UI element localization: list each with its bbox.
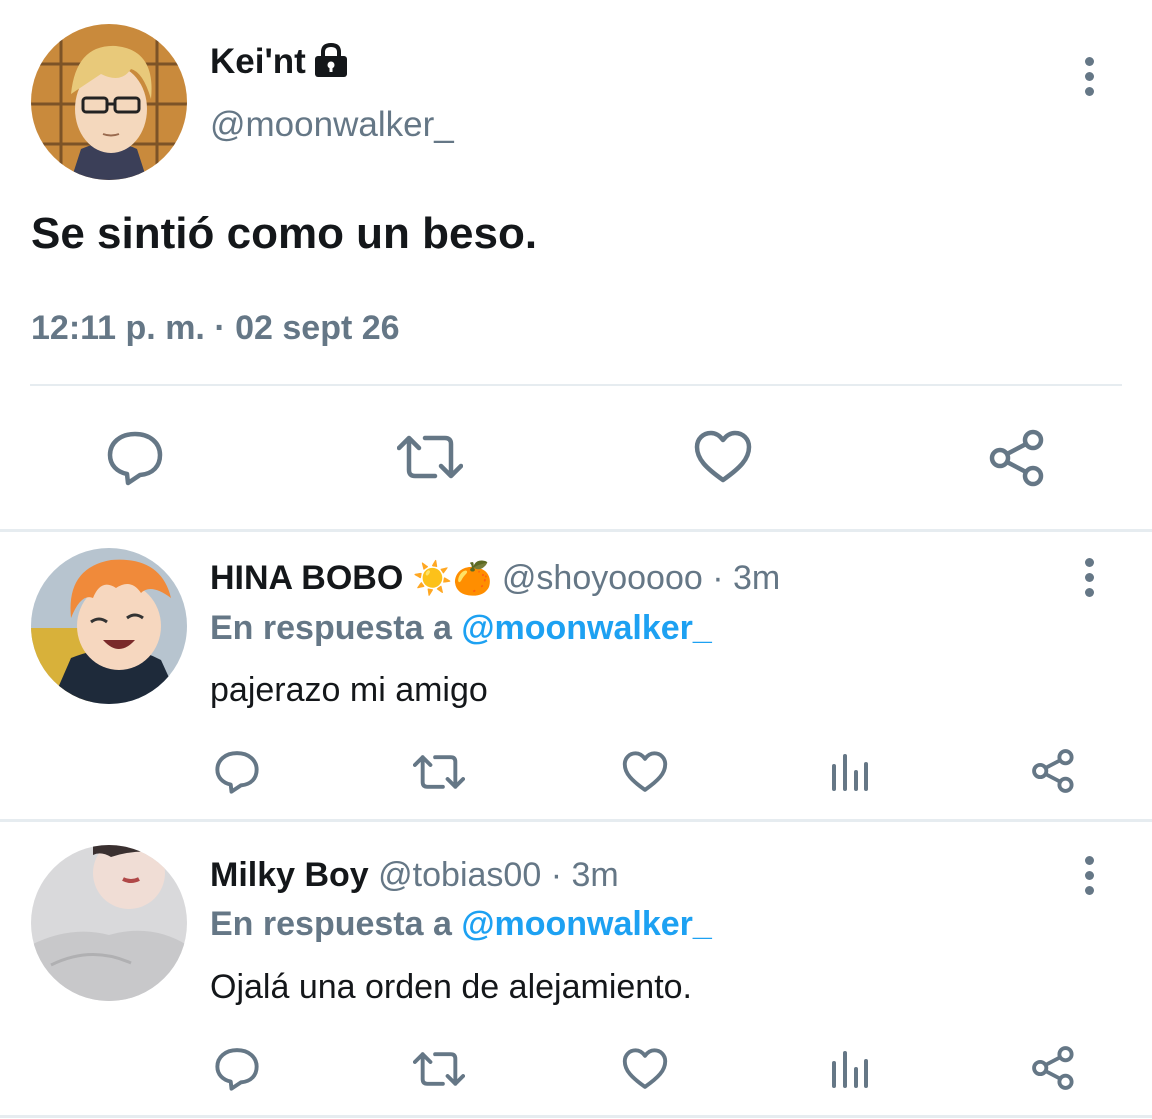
main-display-name[interactable]: Kei'nt (210, 42, 306, 82)
reply-2-age: · 3m (550, 856, 619, 894)
reply-1-mention-link[interactable]: @moonwalker_ (461, 609, 711, 647)
analytics-icon[interactable] (830, 752, 870, 792)
section-divider (0, 1115, 1152, 1118)
reply-2-context: En respuesta a @moonwalker_ (210, 903, 712, 945)
reply-1-prefix: En respuesta a (210, 609, 452, 647)
more-vertical-icon[interactable] (1083, 856, 1095, 901)
reply-2-mention-link[interactable]: @moonwalker_ (461, 905, 711, 943)
reply-1-header: HINA BOBO ☀️🍊 @shoyooooo · 3m (210, 557, 780, 599)
share-icon[interactable] (1031, 748, 1077, 794)
heart-icon[interactable] (694, 430, 752, 484)
reply-1-text: pajerazo mi amigo (210, 671, 488, 709)
reply-icon[interactable] (214, 750, 260, 794)
main-time: 12:11 p. m. (31, 309, 205, 347)
avatar-hina[interactable] (31, 548, 187, 704)
share-icon[interactable] (1031, 1045, 1077, 1091)
more-vertical-icon[interactable] (1083, 57, 1095, 102)
reply-2-display-name[interactable]: Milky Boy (210, 856, 369, 894)
main-tweet-text: Se sintió como un beso. (31, 209, 538, 258)
heart-icon[interactable] (622, 751, 668, 793)
timestamp-separator: · (214, 309, 226, 347)
reply-1-display-name[interactable]: HINA BOBO (210, 559, 403, 597)
lock-icon (312, 43, 350, 79)
main-date: 02 sept 26 (235, 309, 400, 347)
main-timestamp: 12:11 p. m. · 02 sept 26 (31, 307, 400, 349)
reply-1-context: En respuesta a @moonwalker_ (210, 607, 712, 649)
heart-icon[interactable] (622, 1048, 668, 1090)
main-divider (30, 384, 1122, 386)
share-icon[interactable] (988, 428, 1048, 488)
avatar-milky[interactable] (31, 845, 187, 1001)
main-handle[interactable]: @moonwalker_ (210, 104, 454, 146)
reply-1-emoji: ☀️🍊 (412, 560, 493, 596)
reply-1-age: · 3m (712, 559, 781, 597)
retweet-icon[interactable] (397, 430, 463, 484)
section-divider (0, 819, 1152, 822)
more-vertical-icon[interactable] (1083, 558, 1095, 603)
reply-icon[interactable] (214, 1047, 260, 1091)
analytics-icon[interactable] (830, 1049, 870, 1089)
reply-1-handle[interactable]: @shoyooooo (502, 559, 703, 597)
avatar-keint[interactable] (31, 24, 187, 180)
section-divider (0, 529, 1152, 532)
retweet-icon[interactable] (413, 1048, 465, 1090)
reply-icon[interactable] (106, 430, 164, 486)
reply-2-handle[interactable]: @tobias00 (378, 856, 541, 894)
retweet-icon[interactable] (413, 751, 465, 793)
reply-2-header: Milky Boy @tobias00 · 3m (210, 854, 619, 896)
reply-2-prefix: En respuesta a (210, 905, 452, 943)
reply-2-text: Ojalá una orden de alejamiento. (210, 968, 692, 1006)
